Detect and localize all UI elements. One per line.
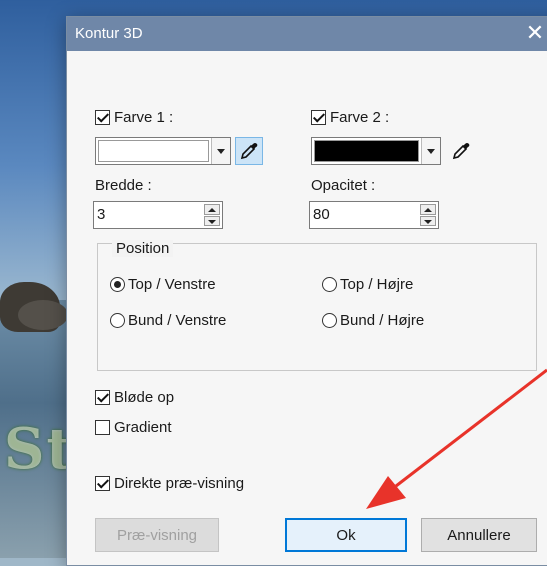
color2-label: Farve 2 : [330, 109, 390, 126]
width-value[interactable]: 3 [94, 202, 204, 228]
radio-top-left[interactable]: Top / Venstre [110, 276, 216, 293]
color1-swatch [98, 140, 209, 162]
radio-label: Top / Højre [340, 276, 414, 293]
dialog-title: Kontur 3D [75, 25, 143, 42]
checkbox-box[interactable] [95, 110, 110, 125]
position-legend: Position [112, 240, 174, 257]
radio-dot[interactable] [322, 277, 337, 292]
gradient-label: Gradient [114, 419, 172, 436]
radio-bottom-left[interactable]: Bund / Venstre [110, 312, 226, 329]
dialog-titlebar[interactable]: Kontur 3D ✕ [67, 17, 547, 51]
radio-label: Bund / Venstre [128, 312, 227, 329]
chevron-down-icon[interactable] [211, 138, 230, 164]
color1-checkbox[interactable]: Farve 1 : [95, 109, 173, 126]
color2-dropdown[interactable] [311, 137, 441, 165]
opacity-spinner[interactable]: 80 [309, 201, 439, 229]
soft-up-checkbox[interactable]: Bløde op [95, 389, 174, 406]
close-icon[interactable]: ✕ [525, 21, 545, 45]
soft-up-label: Bløde op [114, 389, 175, 406]
width-spinner[interactable]: 3 [93, 201, 223, 229]
opacity-label: Opacitet : [311, 177, 376, 194]
spin-up-icon[interactable] [420, 204, 436, 215]
color1-label: Farve 1 : [114, 109, 174, 126]
color1-eyedropper-button[interactable] [235, 137, 263, 165]
color1-dropdown[interactable] [95, 137, 231, 165]
checkbox-box[interactable] [311, 110, 326, 125]
checkbox-box[interactable] [95, 476, 110, 491]
radio-dot[interactable] [110, 277, 125, 292]
background-rock [18, 300, 68, 330]
radio-label: Bund / Højre [340, 312, 425, 329]
color2-eyedropper-button[interactable] [447, 137, 475, 165]
direct-preview-checkbox[interactable]: Direkte præ-visning [95, 475, 244, 492]
gradient-checkbox[interactable]: Gradient [95, 419, 172, 436]
color2-swatch [314, 140, 419, 162]
dialog-body: Farve 1 : Farve 2 : Bredde: 3 Opacitet … [67, 51, 547, 565]
spin-down-icon[interactable] [420, 215, 436, 226]
radio-label: Top / Venstre [128, 276, 216, 293]
direct-preview-label: Direkte præ-visning [114, 475, 245, 492]
spin-down-icon[interactable] [204, 215, 220, 226]
ok-button[interactable]: Ok [285, 518, 407, 552]
color2-checkbox[interactable]: Farve 2 : [311, 109, 389, 126]
spin-up-icon[interactable] [204, 204, 220, 215]
radio-dot[interactable] [110, 313, 125, 328]
checkbox-box[interactable] [95, 420, 110, 435]
eyedropper-icon [240, 143, 258, 160]
kontur-3d-dialog: Kontur 3D ✕ Farve 1 : Farve 2 : Bredde:… [66, 16, 547, 566]
preview-button[interactable]: Præ-visning [95, 518, 219, 552]
position-group: Position Top / Venstre Top / Højre Bund … [97, 240, 537, 371]
cancel-button[interactable]: Annullere [421, 518, 537, 552]
width-label: Bredde : [95, 177, 152, 194]
eyedropper-icon [452, 143, 470, 160]
checkbox-box[interactable] [95, 390, 110, 405]
radio-dot[interactable] [322, 313, 337, 328]
opacity-value[interactable]: 80 [310, 202, 420, 228]
radio-bottom-right[interactable]: Bund / Højre [322, 312, 424, 329]
radio-top-right[interactable]: Top / Højre [322, 276, 413, 293]
chevron-down-icon[interactable] [421, 138, 440, 164]
